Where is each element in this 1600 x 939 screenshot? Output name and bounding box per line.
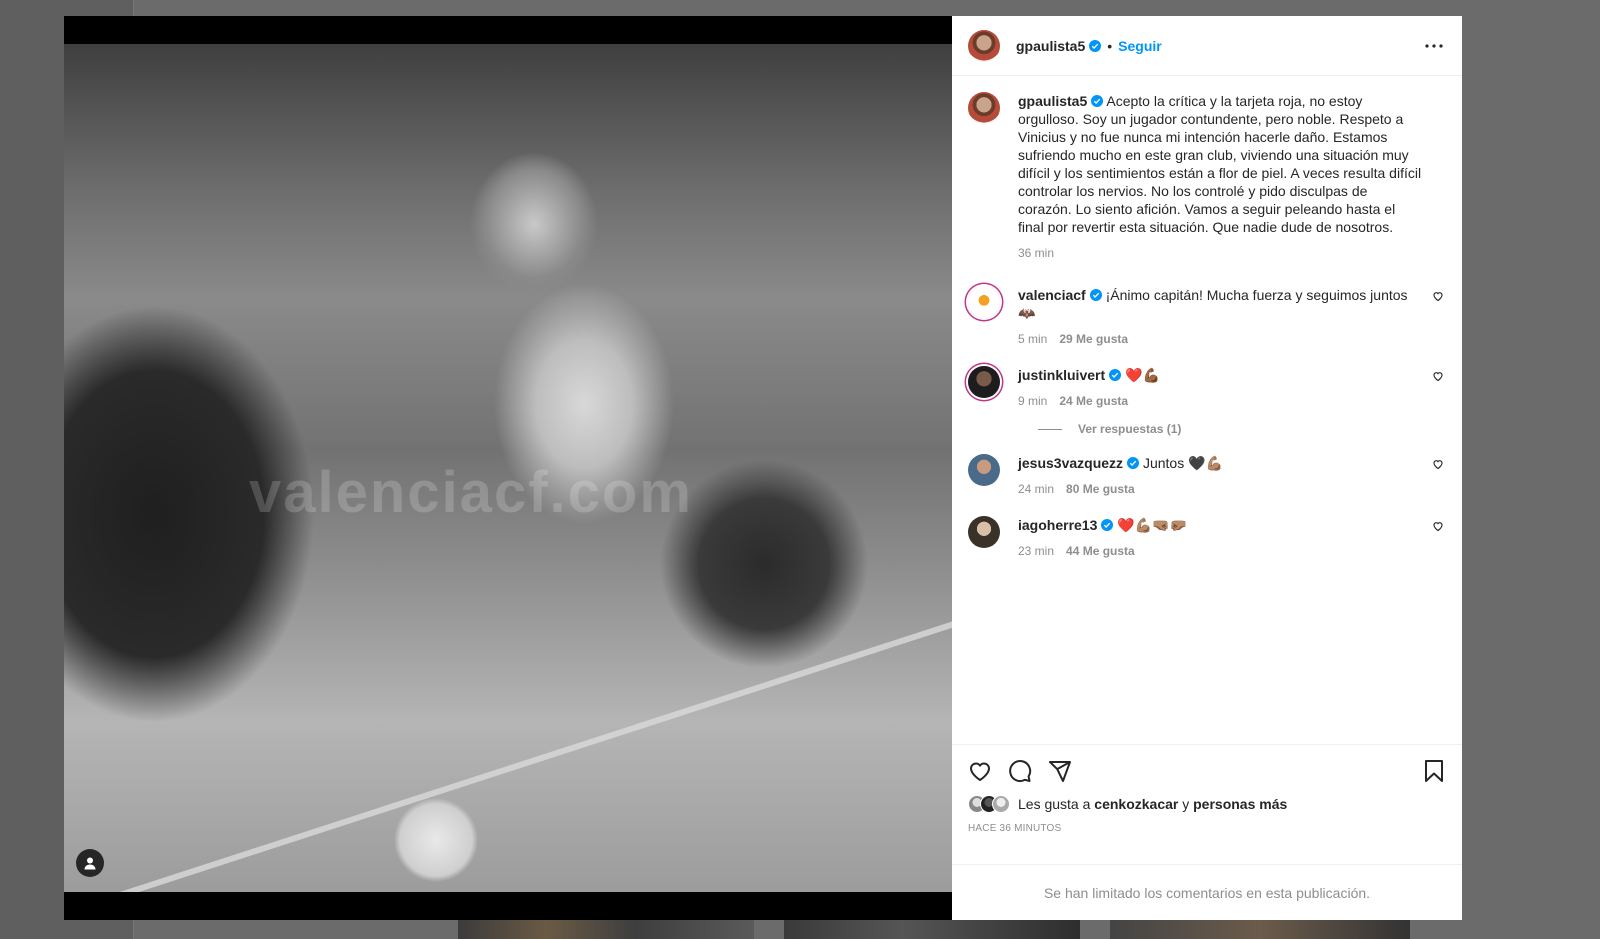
author-username[interactable]: gpaulista5 bbox=[1016, 38, 1085, 54]
background-thumbnail[interactable] bbox=[1110, 920, 1410, 939]
post-sidebar: gpaulista5 • Seguir gpaulista5 Acepto la… bbox=[952, 16, 1462, 920]
verified-badge-icon bbox=[1127, 457, 1140, 469]
comment-text: ❤️💪🏽🤜🏽🤛🏽 bbox=[1117, 517, 1187, 533]
like-heart-icon[interactable] bbox=[968, 759, 992, 783]
caption-text: Acepto la crítica y la tarjeta roja, no … bbox=[1018, 93, 1422, 235]
post-media: valenciacf.com bbox=[64, 16, 952, 920]
view-replies-label: Ver respuestas (1) bbox=[1078, 422, 1182, 436]
more-options-button[interactable] bbox=[1422, 34, 1446, 58]
replies-line bbox=[1038, 428, 1062, 430]
avatar bbox=[992, 795, 1010, 813]
comment-time[interactable]: 23 min bbox=[1018, 544, 1054, 558]
comment-likes[interactable]: 44 Me gusta bbox=[1066, 544, 1135, 558]
comment-username[interactable]: jesus3vazquezz bbox=[1018, 455, 1123, 471]
comment-likes[interactable]: 80 Me gusta bbox=[1066, 482, 1135, 496]
comment-text: ❤️💪🏾 bbox=[1125, 367, 1160, 383]
caption-avatar[interactable] bbox=[968, 92, 1000, 124]
author-avatar[interactable] bbox=[968, 29, 1000, 62]
caption-username[interactable]: gpaulista5 bbox=[1018, 93, 1087, 109]
comment-likes[interactable]: 29 Me gusta bbox=[1059, 332, 1128, 346]
comment: iagoherre13 ❤️💪🏽🤜🏽🤛🏽 23 min 44 Me gusta bbox=[968, 516, 1446, 560]
comment-avatar[interactable] bbox=[968, 366, 1000, 398]
liked-by-prefix: Les gusta a bbox=[1018, 796, 1091, 812]
comments-limited-notice: Se han limitado los comentarios en esta … bbox=[952, 864, 1462, 920]
comment-bubble-icon[interactable] bbox=[1008, 759, 1032, 783]
verified-badge-icon bbox=[1089, 289, 1102, 301]
comment-username[interactable]: iagoherre13 bbox=[1018, 517, 1097, 533]
post-header: gpaulista5 • Seguir bbox=[952, 16, 1462, 76]
comment: jesus3vazquezz Juntos 🖤💪🏽 24 min 80 Me gu… bbox=[968, 454, 1446, 498]
liked-by: Les gusta a cenkozkacar y personas más bbox=[968, 795, 1446, 813]
comment-time[interactable]: 24 min bbox=[1018, 482, 1054, 496]
comments-list[interactable]: gpaulista5 Acepto la crítica y la tarjet… bbox=[952, 76, 1462, 744]
tagged-users-button[interactable] bbox=[76, 849, 104, 877]
verified-badge-icon bbox=[1109, 369, 1122, 381]
share-paper-plane-icon[interactable] bbox=[1048, 759, 1072, 783]
action-bar bbox=[968, 751, 1446, 791]
comment-avatar[interactable] bbox=[968, 286, 1000, 318]
header-separator: • bbox=[1107, 37, 1113, 54]
comment-time[interactable]: 9 min bbox=[1018, 394, 1047, 408]
comment-time[interactable]: 5 min bbox=[1018, 332, 1047, 346]
verified-badge-icon bbox=[1089, 39, 1102, 52]
post-actions: Les gusta a cenkozkacar y personas más H… bbox=[952, 744, 1462, 864]
like-comment-heart-icon[interactable] bbox=[1432, 290, 1444, 302]
verified-badge-icon bbox=[1101, 519, 1114, 531]
verified-badge-icon bbox=[1091, 95, 1104, 107]
liked-by-joiner: y bbox=[1182, 796, 1190, 812]
user-icon bbox=[84, 857, 96, 870]
liked-by-avatars[interactable] bbox=[968, 795, 1010, 813]
view-replies-button[interactable]: Ver respuestas (1) bbox=[1038, 422, 1446, 436]
photo-watermark: valenciacf.com bbox=[249, 460, 693, 525]
like-comment-heart-icon[interactable] bbox=[1432, 520, 1444, 532]
save-bookmark-icon[interactable] bbox=[1422, 759, 1446, 783]
post-photo[interactable]: valenciacf.com bbox=[64, 44, 952, 892]
more-options-icon bbox=[1425, 43, 1443, 48]
background-thumbnail[interactable] bbox=[784, 920, 1080, 939]
liked-by-others[interactable]: personas más bbox=[1193, 796, 1287, 812]
comment: valenciacf ¡Ánimo capitán! Mucha fuerza … bbox=[968, 286, 1446, 348]
comment-username[interactable]: justinkluivert bbox=[1018, 367, 1105, 383]
like-comment-heart-icon[interactable] bbox=[1432, 458, 1444, 470]
background-thumbnail[interactable] bbox=[458, 920, 754, 939]
follow-button[interactable]: Seguir bbox=[1118, 38, 1162, 54]
comment: justinkluivert ❤️💪🏾 9 min 24 Me gusta bbox=[968, 366, 1446, 410]
comment-avatar[interactable] bbox=[968, 516, 1000, 548]
comment-text: Juntos 🖤💪🏽 bbox=[1142, 455, 1223, 471]
comment-username[interactable]: valenciacf bbox=[1018, 287, 1086, 303]
post-caption: gpaulista5 Acepto la crítica y la tarjet… bbox=[968, 92, 1446, 262]
comment-avatar[interactable] bbox=[968, 454, 1000, 486]
caption-time[interactable]: 36 min bbox=[1018, 246, 1054, 260]
pitch-line bbox=[64, 612, 952, 892]
liked-by-user[interactable]: cenkozkacar bbox=[1094, 796, 1178, 812]
comment-likes[interactable]: 24 Me gusta bbox=[1059, 394, 1128, 408]
like-comment-heart-icon[interactable] bbox=[1432, 370, 1444, 382]
post-timestamp[interactable]: Hace 36 minutos bbox=[968, 823, 1446, 834]
post-modal: valenciacf.com gpaulista5 • Seguir gpaul… bbox=[64, 16, 1462, 920]
